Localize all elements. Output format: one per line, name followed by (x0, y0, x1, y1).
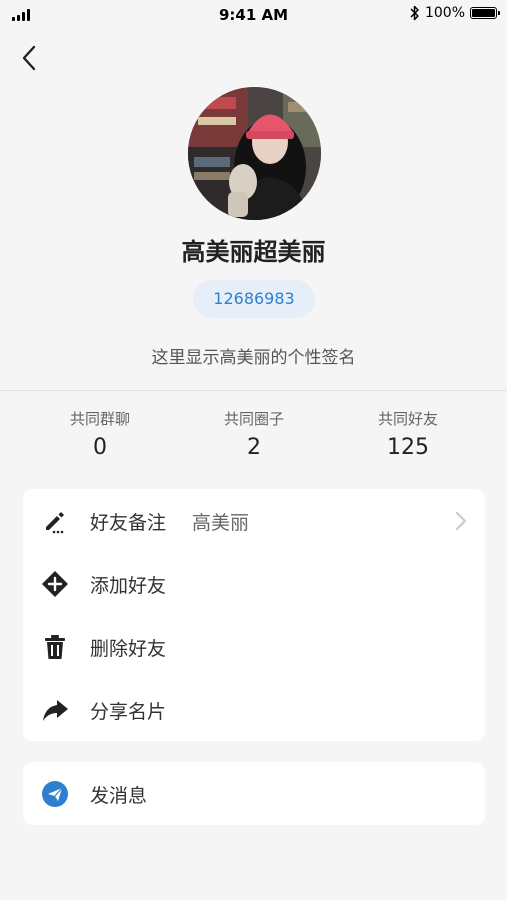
menu-label: 添加好友 (90, 575, 167, 597)
plus-circle-icon (42, 571, 68, 597)
back-button[interactable] (14, 42, 46, 74)
status-right: 100% (410, 5, 500, 21)
stat-label: 共同群聊 (69, 410, 130, 428)
menu-label: 分享名片 (90, 701, 167, 723)
battery-percent: 100% (424, 5, 465, 21)
avatar-photo (188, 87, 321, 220)
trash-icon (45, 635, 65, 659)
status-bar: 9:41 AM 100% (0, 0, 507, 30)
menu-item-remark[interactable]: 好友备注 高美丽 (23, 489, 485, 552)
mutual-stats: 共同群聊 0 共同圈子 2 共同好友 125 (0, 408, 507, 468)
profile-name: 高美丽超美丽 (181, 238, 326, 266)
menu-label: 删除好友 (90, 638, 167, 660)
menu-item-delete-friend[interactable]: 删除好友 (23, 615, 485, 678)
menu-item-add-friend[interactable]: 添加好友 (23, 552, 485, 615)
send-message-button[interactable]: 发消息 (23, 762, 485, 825)
stat-mutual-groups[interactable]: 共同群聊 0 (30, 408, 170, 460)
send-message-icon (42, 781, 68, 807)
stat-value: 2 (247, 435, 261, 460)
menu-item-share-card[interactable]: 分享名片 (23, 678, 485, 741)
divider (0, 390, 507, 391)
avatar[interactable] (188, 87, 321, 220)
stat-mutual-friends[interactable]: 共同好友 125 (338, 408, 478, 460)
battery-icon (470, 7, 500, 19)
menu-label: 好友备注 (90, 512, 167, 534)
message-card: 发消息 (23, 762, 485, 825)
user-id-badge[interactable]: 12686983 (193, 280, 315, 318)
menu-label: 发消息 (90, 785, 148, 807)
stat-value: 125 (387, 435, 429, 460)
chevron-left-icon (22, 45, 36, 71)
edit-icon (46, 512, 64, 534)
stat-label: 共同圈子 (223, 410, 284, 428)
remark-value: 高美丽 (192, 512, 250, 534)
bluetooth-icon (410, 5, 419, 21)
stat-value: 0 (93, 435, 107, 460)
actions-card: 好友备注 高美丽 添加好友 删除好友 分享名片 (23, 489, 485, 741)
share-arrow-icon (43, 700, 68, 721)
profile-signature: 这里显示高美丽的个性签名 (151, 348, 356, 368)
stat-mutual-circles[interactable]: 共同圈子 2 (184, 408, 324, 460)
chevron-right-icon (456, 512, 466, 530)
stat-label: 共同好友 (377, 410, 438, 428)
